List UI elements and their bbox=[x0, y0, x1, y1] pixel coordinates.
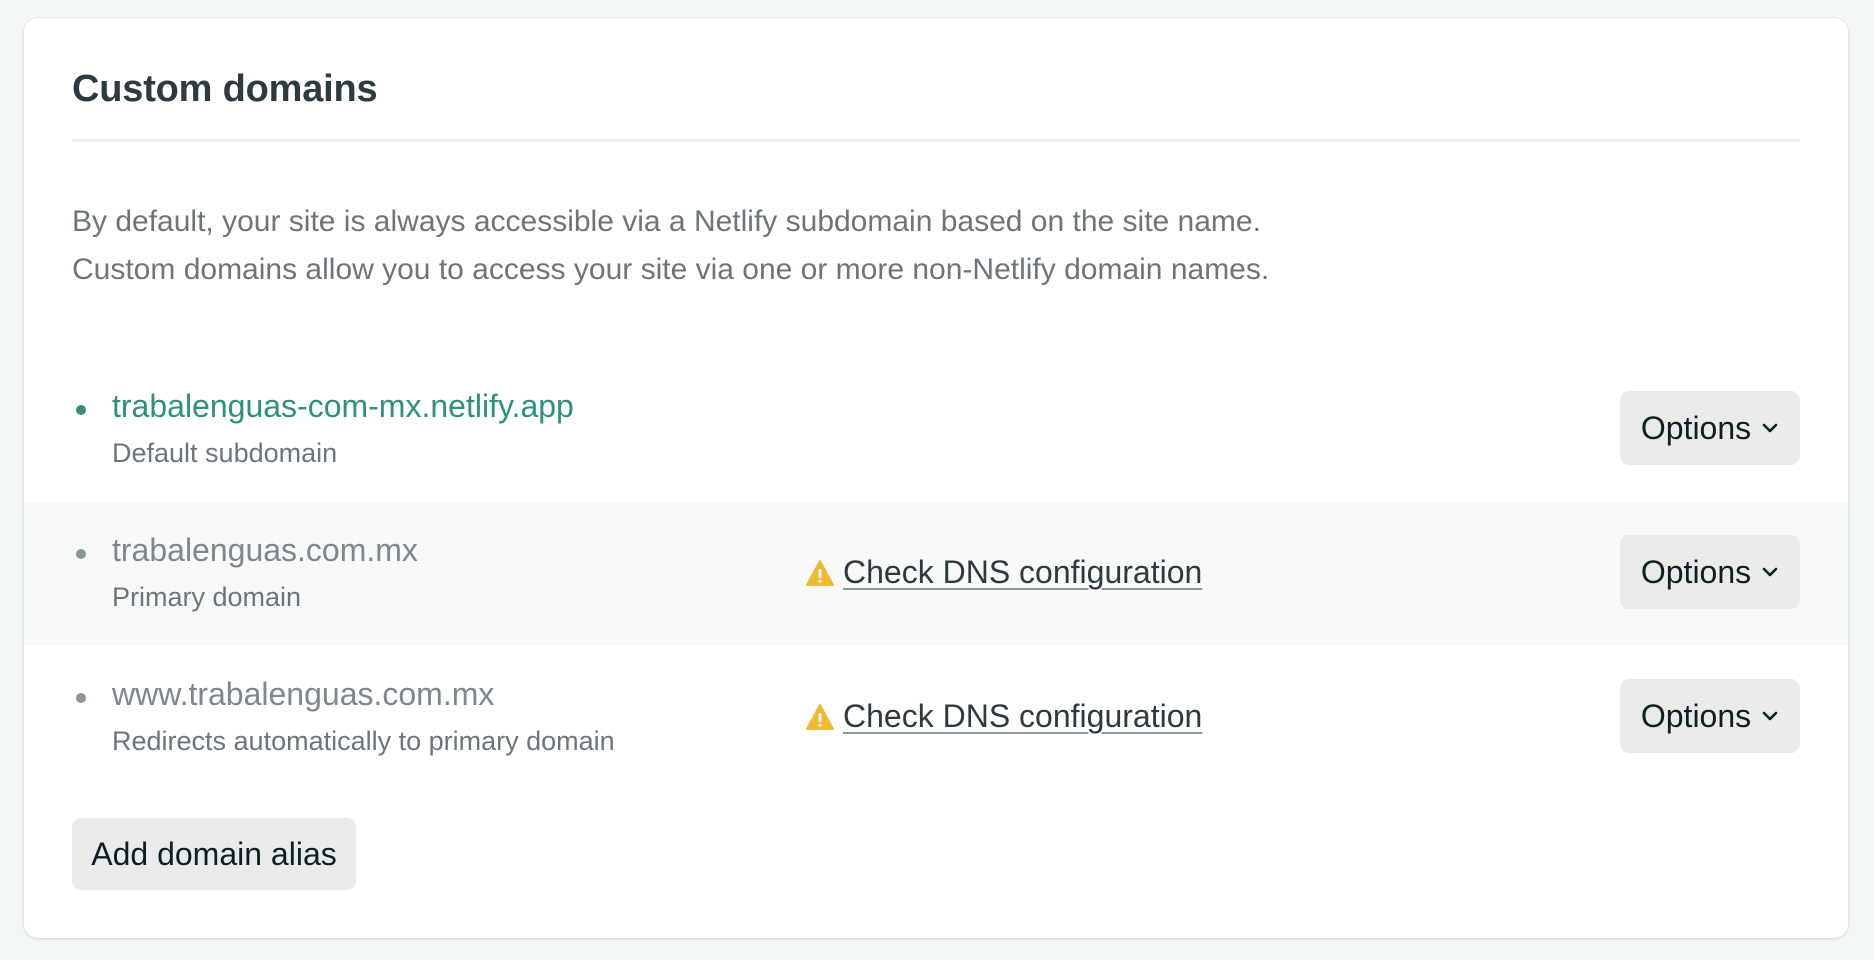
domain-name: www.trabalenguas.com.mx bbox=[112, 676, 495, 712]
description-line-2: Custom domains allow you to access your … bbox=[72, 253, 1270, 286]
bullet-dot bbox=[76, 549, 86, 559]
domain-name-link[interactable]: trabalenguas-com-mx.netlify.app bbox=[112, 388, 574, 425]
options-label: Options bbox=[1640, 409, 1752, 446]
section-description: By default, your site is always accessib… bbox=[72, 198, 1572, 294]
options-button[interactable]: Options bbox=[1620, 391, 1800, 465]
options-button[interactable]: Options bbox=[1620, 679, 1800, 753]
bullet-dot bbox=[76, 693, 86, 703]
add-domain-alias-button[interactable]: Add domain alias bbox=[72, 818, 356, 890]
section-title: Custom domains bbox=[72, 68, 378, 110]
dns-warning[interactable]: Check DNS configuration bbox=[805, 554, 1202, 591]
domain-subtitle: Default subdomain bbox=[112, 438, 338, 468]
domain-row-primary: trabalenguas.com.mx Primary domain Check… bbox=[24, 502, 1848, 646]
domain-row-default-subdomain: trabalenguas-com-mx.netlify.app Default … bbox=[24, 358, 1848, 502]
bullet-dot bbox=[76, 405, 86, 415]
check-dns-link[interactable]: Check DNS configuration bbox=[843, 698, 1202, 735]
options-button[interactable]: Options bbox=[1620, 535, 1800, 609]
description-line-1: By default, your site is always accessib… bbox=[72, 205, 1261, 238]
dns-warning[interactable]: Check DNS configuration bbox=[805, 698, 1202, 735]
domain-name: trabalenguas.com.mx bbox=[112, 532, 418, 568]
title-divider bbox=[72, 139, 1800, 142]
options-label: Options bbox=[1640, 553, 1752, 590]
options-label: Options bbox=[1640, 697, 1752, 734]
domain-list: trabalenguas-com-mx.netlify.app Default … bbox=[24, 358, 1848, 790]
chevron-down-icon bbox=[1762, 711, 1778, 721]
custom-domains-card: Custom domains By default, your site is … bbox=[24, 18, 1848, 938]
check-dns-link[interactable]: Check DNS configuration bbox=[843, 554, 1202, 591]
domain-subtitle: Primary domain bbox=[112, 582, 302, 612]
domain-subtitle: Redirects automatically to primary domai… bbox=[112, 726, 615, 756]
warning-triangle-icon bbox=[806, 559, 834, 586]
chevron-down-icon bbox=[1762, 567, 1778, 577]
warning-triangle-icon bbox=[806, 703, 834, 730]
chevron-down-icon bbox=[1762, 423, 1778, 433]
domain-row-www: www.trabalenguas.com.mx Redirects automa… bbox=[24, 646, 1848, 790]
